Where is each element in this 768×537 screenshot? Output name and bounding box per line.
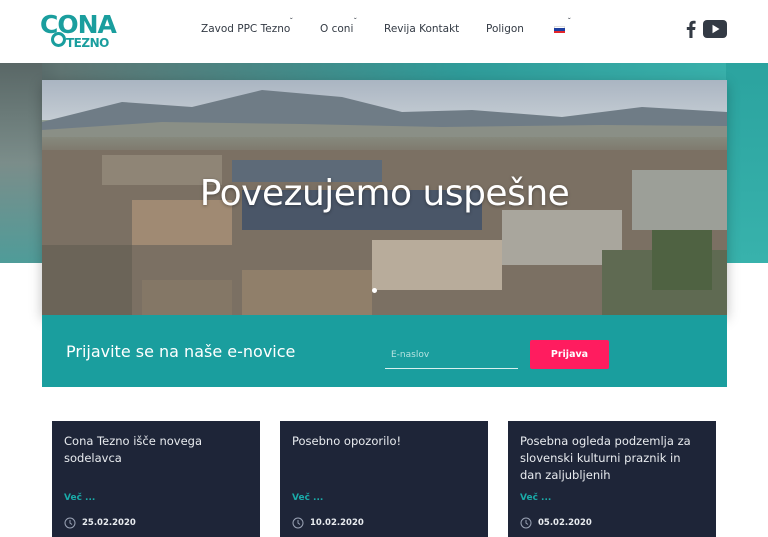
chevron-down-icon[interactable]: ˇ: [568, 17, 571, 26]
slovenian-flag-icon[interactable]: [554, 26, 565, 33]
chevron-down-icon[interactable]: ˇ: [290, 17, 293, 26]
news-card-title[interactable]: Posebna ogleda podzemlja za slovenski ku…: [520, 433, 705, 484]
email-field[interactable]: [385, 342, 518, 369]
news-card-more-link[interactable]: Več ...: [520, 493, 551, 503]
news-card-date-row: 05.02.2020: [520, 516, 592, 530]
slider-dot[interactable]: [372, 288, 377, 293]
site-header: CONA TEZNO Zavod PPC Tezno ˇ O coni ˇ Re…: [0, 0, 768, 63]
facebook-icon[interactable]: [686, 20, 696, 38]
clock-icon: [292, 517, 304, 529]
logo-ring: [51, 32, 66, 47]
nav-item-poligon[interactable]: Poligon: [486, 23, 524, 35]
clock-icon: [64, 517, 76, 529]
news-card[interactable]: Posebno opozorilo! Več ... 10.02.2020: [280, 421, 488, 537]
news-card-more-link[interactable]: Več ...: [64, 493, 95, 503]
hero-background-left: [0, 63, 42, 263]
hero-title: Povezujemo uspešne: [199, 173, 570, 214]
cona-tezno-logo[interactable]: CONA TEZNO: [40, 10, 122, 50]
hero-background-right: [726, 63, 768, 263]
subscribe-button[interactable]: Prijava: [530, 340, 609, 369]
newsletter-signup: Prijavite se na naše e-novice Prijava: [42, 315, 727, 387]
chevron-down-icon[interactable]: ˇ: [354, 17, 357, 26]
news-card-date-row: 10.02.2020: [292, 516, 364, 530]
news-card-more-link[interactable]: Več ...: [292, 493, 323, 503]
news-card-title[interactable]: Posebno opozorilo!: [292, 433, 477, 450]
news-card-title[interactable]: Cona Tezno išče novega sodelavca: [64, 433, 249, 467]
hero-slider[interactable]: Povezujemo uspešne: [42, 80, 727, 315]
news-card-date: 10.02.2020: [310, 518, 364, 528]
news-card[interactable]: Posebna ogleda podzemlja za slovenski ku…: [508, 421, 716, 537]
clock-icon: [520, 517, 532, 529]
newsletter-title: Prijavite se na naše e-novice: [66, 342, 296, 361]
logo-text-tezno: TEZNO: [66, 36, 109, 50]
youtube-icon[interactable]: [703, 20, 727, 38]
news-card-date-row: 25.02.2020: [64, 516, 136, 530]
news-card-date: 25.02.2020: [82, 518, 136, 528]
nav-item-revija-kontakt[interactable]: Revija Kontakt: [384, 23, 459, 35]
news-card[interactable]: Cona Tezno išče novega sodelavca Več ...…: [52, 421, 260, 537]
hero-mountain: [42, 90, 727, 137]
nav-item-zavod-ppc-tezno[interactable]: Zavod PPC Tezno: [201, 23, 290, 35]
news-card-date: 05.02.2020: [538, 518, 592, 528]
nav-item-o-coni[interactable]: O coni: [320, 23, 353, 35]
